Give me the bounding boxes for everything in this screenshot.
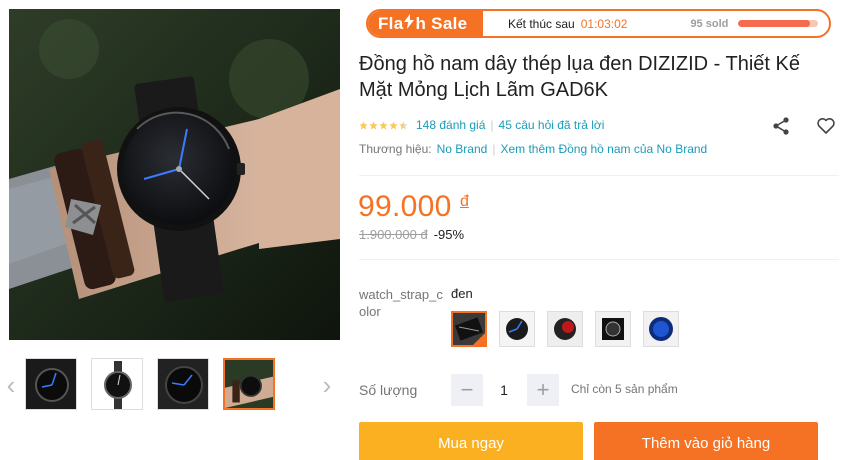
brand-row: Thương hiệu: No Brand | Xem thêm Đồng hồ… xyxy=(359,142,707,156)
flash-sale-logo-text: Fla xyxy=(378,13,404,33)
discount-percent: -95% xyxy=(433,227,465,242)
buy-now-button[interactable]: Mua ngay xyxy=(359,422,583,460)
quantity-minus-button[interactable]: − xyxy=(451,374,483,406)
flash-sale-logo: Fla h Sale xyxy=(368,11,483,36)
sold-count: 95 sold xyxy=(690,17,729,30)
swatch-image xyxy=(644,312,678,346)
watch-thumb-image xyxy=(92,359,142,409)
brand-link[interactable]: No Brand xyxy=(437,142,488,156)
flash-sale-timer: 01:03:02 xyxy=(580,16,628,31)
brand-label: Thương hiệu: xyxy=(359,142,432,156)
flash-sale-logo-text-2: h Sale xyxy=(415,13,468,33)
original-price: 1.900.000 đ xyxy=(359,227,428,242)
star-icon xyxy=(389,120,398,129)
swatch-image xyxy=(548,312,582,346)
questions-link[interactable]: 45 câu hỏi đã trả lời xyxy=(499,118,605,132)
selected-tick-icon xyxy=(473,333,485,345)
thumbnail-3[interactable] xyxy=(157,358,209,410)
quantity-label: Số lượng xyxy=(359,382,418,398)
swatch-red-dial[interactable] xyxy=(547,311,583,347)
thumbnail-4[interactable] xyxy=(223,358,275,410)
swatch-black-box[interactable] xyxy=(595,311,631,347)
swatch-blue-hands[interactable] xyxy=(499,311,535,347)
star-icon xyxy=(379,120,388,129)
prev-arrow-icon[interactable]: ‹ xyxy=(2,370,20,400)
quantity-input[interactable] xyxy=(490,380,518,400)
star-icon xyxy=(359,120,368,129)
swatch-black-mesh[interactable] xyxy=(451,311,487,347)
star-icon xyxy=(399,120,408,129)
separator: | xyxy=(490,118,494,132)
swatch-blue-dial[interactable] xyxy=(643,311,679,347)
flash-sale-ends-label: Kết thúc sau xyxy=(508,16,575,31)
watch-photo xyxy=(9,9,340,340)
divider xyxy=(359,175,839,176)
thumbnail-2[interactable] xyxy=(91,358,143,410)
swatch-image xyxy=(596,312,630,346)
quantity-plus-button[interactable]: + xyxy=(527,374,559,406)
rating-stars xyxy=(359,120,409,130)
main-product-image[interactable] xyxy=(9,9,340,340)
original-price-row: 1.900.000 đ -95% xyxy=(359,227,464,242)
more-from-brand-link[interactable]: Xem thêm Đồng hồ nam của No Brand xyxy=(500,142,707,156)
ratings-link[interactable]: 148 đánh giá xyxy=(416,118,485,132)
star-icon xyxy=(369,120,378,129)
variant-selected-value: đen xyxy=(451,286,473,301)
price-currency: đ xyxy=(460,193,469,210)
swatch-image xyxy=(500,312,534,346)
separator: | xyxy=(492,142,496,156)
stock-notice: Chỉ còn 5 sản phẩm xyxy=(571,382,678,396)
thumbnail-strip: ‹ › xyxy=(0,352,350,416)
flash-sale-bar: Fla h Sale Kết thúc sau 01:03:02 95 sold xyxy=(366,9,831,38)
rating-row: 148 đánh giá | 45 câu hỏi đã trả lời xyxy=(359,117,604,133)
current-price: 99.000 xyxy=(358,190,452,223)
watch-thumb-image xyxy=(158,359,208,409)
share-icon[interactable] xyxy=(770,115,792,137)
variant-label: watch_strap_color xyxy=(359,287,443,319)
watch-thumb-image xyxy=(225,360,273,408)
lightning-icon xyxy=(404,13,415,34)
watch-thumb-image xyxy=(26,359,76,409)
sold-progress-fill xyxy=(738,20,811,27)
heart-icon[interactable] xyxy=(815,115,837,137)
divider xyxy=(359,259,839,260)
next-arrow-icon[interactable]: › xyxy=(318,370,336,400)
add-to-cart-button[interactable]: Thêm vào giỏ hàng xyxy=(594,422,818,460)
product-gallery: ‹ › xyxy=(0,0,350,460)
thumbnail-1[interactable] xyxy=(25,358,77,410)
product-title: Đồng hồ nam dây thép lụa đen DIZIZID - T… xyxy=(359,53,800,101)
sold-progress-bar xyxy=(738,20,819,27)
